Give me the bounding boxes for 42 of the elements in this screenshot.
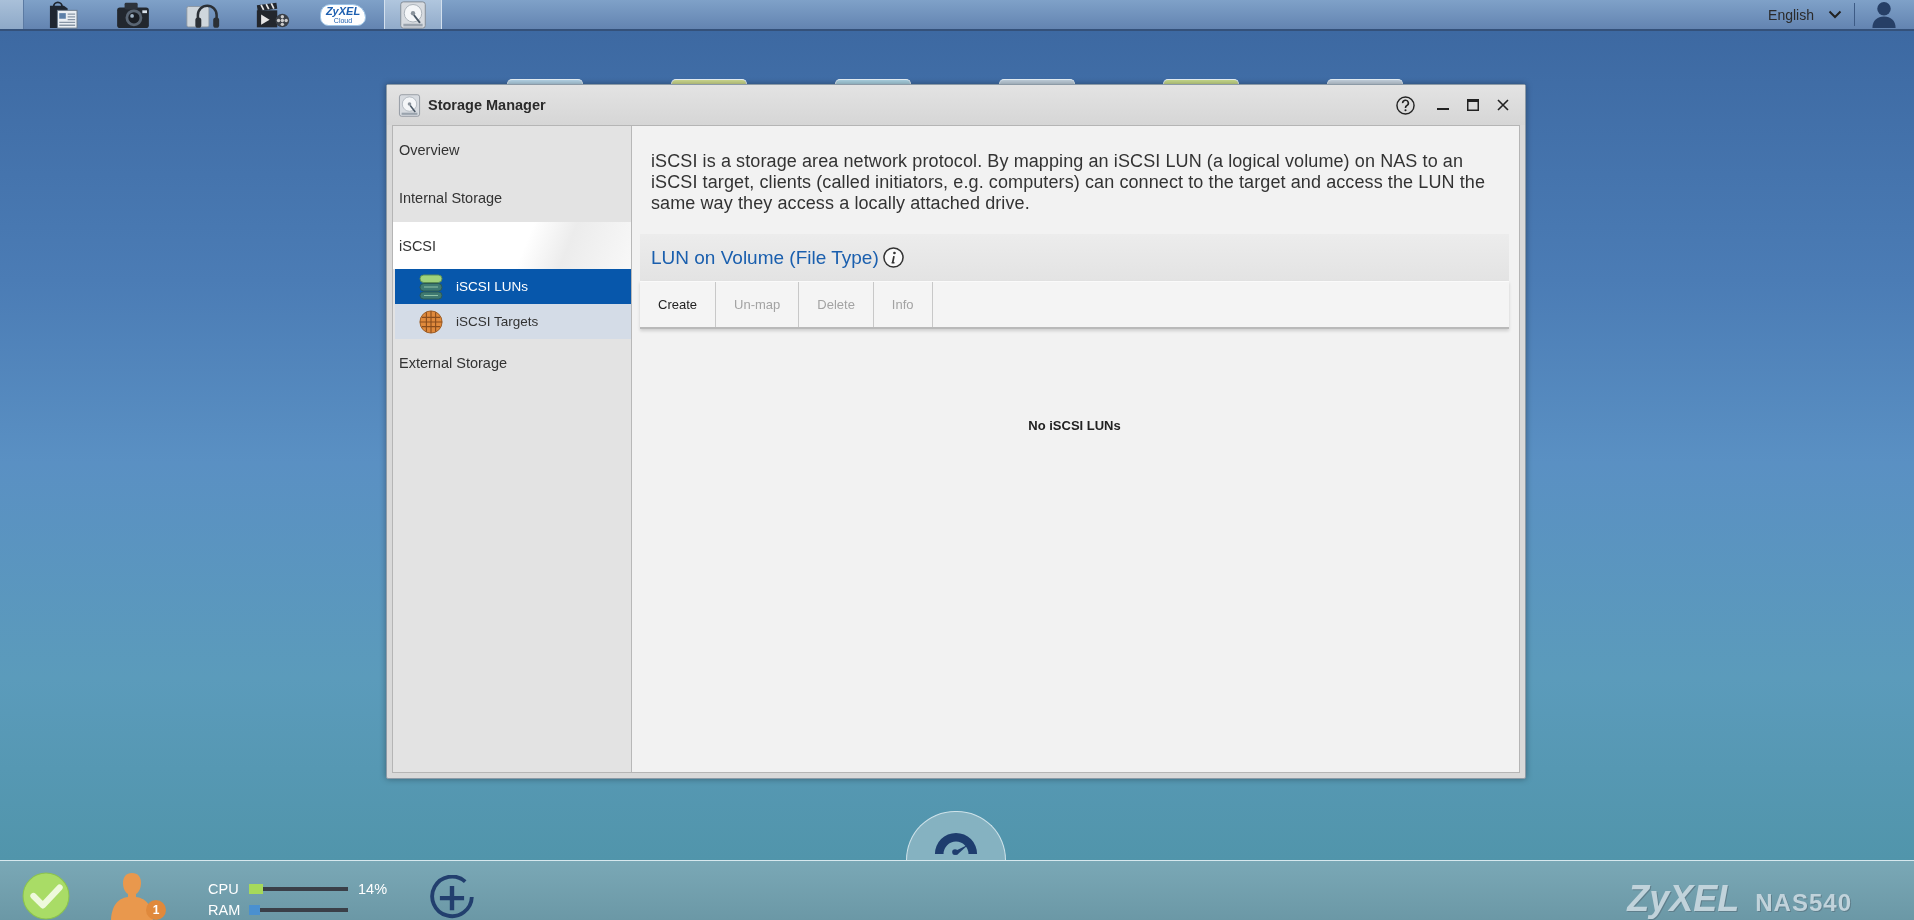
plus-circle-icon[interactable] bbox=[430, 875, 475, 919]
logo-text: ZyXEL bbox=[325, 5, 361, 17]
sidebar-item[interactable]: External Storage bbox=[393, 339, 631, 387]
sidebar-item[interactable]: Internal Storage bbox=[393, 174, 631, 222]
desktop-app-icon[interactable] bbox=[1327, 79, 1403, 84]
meter-reading: 14% bbox=[358, 881, 388, 897]
desktop-app-icon[interactable] bbox=[835, 79, 911, 84]
desktop-app-icon[interactable] bbox=[507, 79, 583, 84]
user-count-badge: 1 bbox=[146, 900, 166, 920]
sidebar-subitem[interactable]: iSCSI Targets bbox=[395, 304, 631, 339]
meter-label: RAM bbox=[208, 902, 242, 918]
maximize-icon[interactable] bbox=[1467, 99, 1479, 111]
desktop-app-icon[interactable] bbox=[999, 79, 1075, 84]
help-icon[interactable] bbox=[1396, 95, 1415, 115]
section-title: LUN on Volume (File Type) bbox=[651, 246, 879, 269]
globe-icon bbox=[419, 308, 443, 335]
check-circle-icon[interactable] bbox=[22, 872, 70, 920]
close-icon[interactable] bbox=[1497, 99, 1509, 111]
clapperboard-icon bbox=[256, 0, 290, 29]
meter-label: CPU bbox=[208, 881, 240, 897]
sidebar-item[interactable]: Overview bbox=[393, 126, 631, 174]
description-text: iSCSI is a storage area network protocol. By mapping an iSCSI LUN (a logical volume) on NAS to an iSCSI target, clients (called initiators, e.g. computers) can connect to the target and access the LUN the same way they access a locally attached drive. bbox=[651, 151, 1486, 214]
language-dropdown[interactable]: English bbox=[1756, 0, 1854, 29]
desktop-app-icon[interactable] bbox=[1163, 79, 1239, 84]
taskbar-tile bbox=[0, 0, 24, 29]
info-icon[interactable] bbox=[882, 247, 904, 268]
sidebar-item[interactable]: iSCSI bbox=[393, 222, 631, 269]
window-title: Storage Manager bbox=[428, 97, 546, 113]
user-icon[interactable] bbox=[1871, 1, 1897, 28]
sidebar-subitem-label: iSCSI LUNs bbox=[456, 279, 528, 294]
gauge-icon bbox=[933, 830, 979, 855]
sidebar-subitem[interactable]: iSCSI LUNs bbox=[395, 269, 631, 304]
sidebar-subitem-label: iSCSI Targets bbox=[456, 314, 539, 329]
toolbar-button[interactable]: Create bbox=[640, 282, 717, 327]
chevron-down-icon bbox=[1828, 10, 1842, 19]
brand-logo-text: ZyXEL bbox=[1627, 881, 1740, 917]
empty-message: No iSCSI LUNs bbox=[1028, 418, 1121, 433]
hard-drive-icon bbox=[398, 93, 421, 117]
desktop-app-icon[interactable] bbox=[671, 79, 747, 84]
camera-icon bbox=[116, 0, 150, 29]
model-name: NAS540 bbox=[1755, 891, 1852, 915]
database-icon bbox=[419, 273, 443, 300]
